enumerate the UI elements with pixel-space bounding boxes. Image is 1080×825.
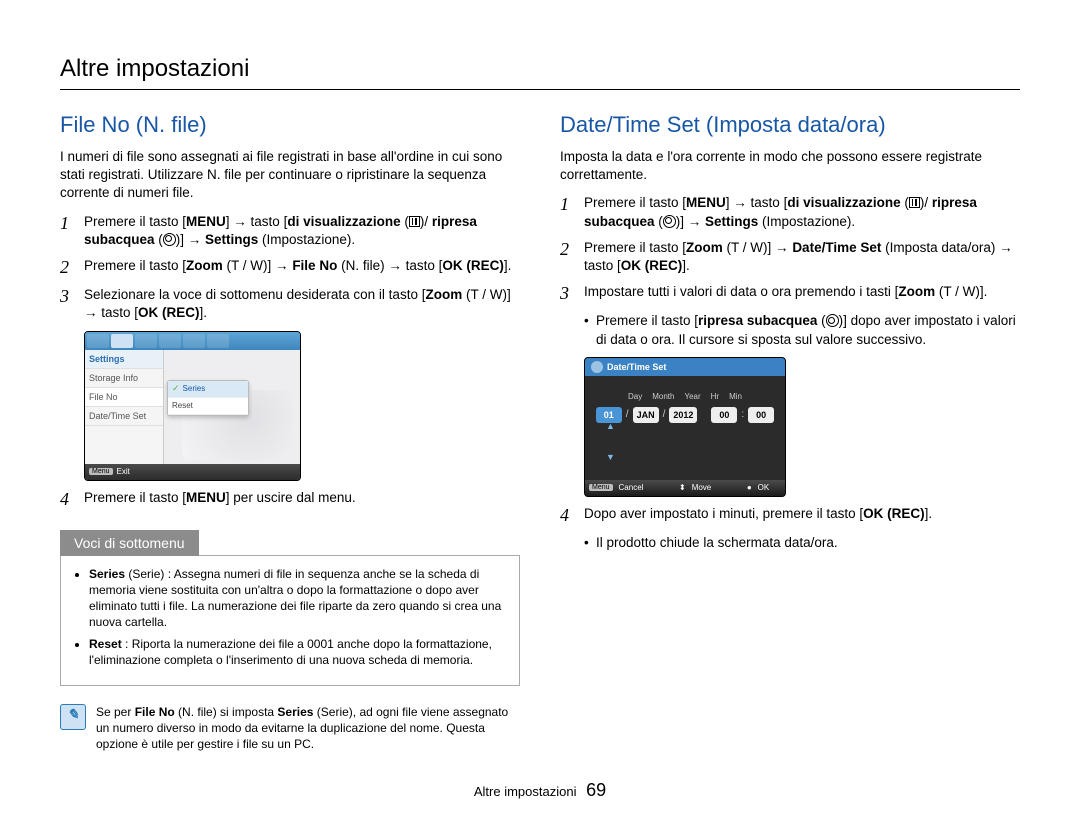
underwater-icon: [663, 215, 676, 228]
underwater-icon: [163, 233, 176, 246]
left-step-4: Premere il tasto [MENU] per uscire dal m…: [60, 489, 520, 510]
submenu-box: Series (Serie) : Assegna numeri di file …: [60, 555, 520, 686]
left-step-2: Premere il tasto [Zoom (T / W)] → File N…: [60, 257, 520, 278]
right-step-2-text: Premere il tasto [Zoom (T / W)] → Date/T…: [584, 239, 1020, 275]
display-icon: [409, 216, 420, 227]
ui-bottom-bar: Menu Exit: [85, 464, 300, 480]
ui2-val-min: 00: [748, 407, 774, 423]
ui2-menu-chip: Menu: [589, 484, 613, 491]
check-icon: ✓: [172, 383, 180, 394]
left-steps: Premere il tasto [MENU] → tasto [di visu…: [60, 213, 520, 323]
ui-tab-active: [111, 334, 133, 348]
submenu-header: Voci di sottomenu: [60, 530, 199, 556]
ui-mock-datetime: Date/Time Set Day Month Year Hr Min ▲▼ 0…: [584, 357, 786, 497]
footer: Altre impostazioni 69: [60, 780, 1020, 801]
ui-popup-series: ✓Series: [168, 381, 248, 398]
page: Altre impostazioni File No (N. file) I n…: [0, 0, 1080, 821]
right-step-3-text: Impostare tutti i valori di data o ora p…: [584, 283, 987, 301]
move-icon: ⬍: [679, 483, 686, 492]
left-step-3: Selezionare la voce di sottomenu desider…: [60, 286, 520, 322]
rule: [60, 89, 1020, 90]
ui2-lbl-year: Year: [684, 392, 700, 401]
ui2-labels: Day Month Year Hr Min: [585, 392, 785, 401]
page-title: Altre impostazioni: [60, 55, 1020, 83]
left-step-3-text: Selezionare la voce di sottomenu desider…: [84, 286, 520, 322]
right-steps-cont: Dopo aver impostato i minuti, premere il…: [560, 505, 1020, 526]
left-step-1-text: Premere il tasto [MENU] → tasto [di visu…: [84, 213, 520, 249]
ui2-arrows: ▲▼: [606, 422, 615, 462]
ui2-val-hr: 00: [711, 407, 737, 423]
right-steps: Premere il tasto [MENU] → tasto [di visu…: [560, 194, 1020, 304]
ui-side-settings: Settings: [85, 350, 163, 369]
right-step-2: Premere il tasto [Zoom (T / W)] → Date/T…: [560, 239, 1020, 275]
submenu-item-series: Series (Serie) : Assegna numeri di file …: [89, 566, 505, 631]
right-step-1: Premere il tasto [MENU] → tasto [di visu…: [560, 194, 1020, 230]
right-step-3-bullet: Premere il tasto [ripresa subacquea ()] …: [584, 312, 1020, 348]
right-intro: Imposta la data e l'ora corrente in modo…: [560, 148, 1020, 184]
submenu-item-reset: Reset : Riporta la numerazione dei file …: [89, 636, 505, 668]
left-step-2-text: Premere il tasto [Zoom (T / W)] → File N…: [84, 257, 511, 275]
arrow-up-icon: ▲: [606, 422, 615, 431]
ui-tabs: [85, 332, 300, 350]
ui-tab: [183, 334, 205, 348]
ui-tab: [159, 334, 181, 348]
right-column: Date/Time Set (Imposta data/ora) Imposta…: [560, 112, 1020, 752]
ui2-lbl-min: Min: [729, 392, 742, 401]
note-icon: ✎: [60, 704, 86, 730]
footer-text: Altre impostazioni: [474, 784, 577, 799]
left-intro: I numeri di file sono assegnati ai file …: [60, 148, 520, 203]
ui-mock-file-no: Settings Storage Info File No Date/Time …: [84, 331, 301, 481]
ui-tab: [87, 334, 109, 348]
display-icon: [909, 197, 920, 208]
ui-side-list: Settings Storage Info File No Date/Time …: [85, 350, 164, 464]
ui2-topbar: Date/Time Set: [585, 358, 785, 376]
ui-tab: [207, 334, 229, 348]
ui-popup-reset: Reset: [168, 398, 248, 415]
ui2-title: Date/Time Set: [607, 362, 666, 372]
ui2-bottom-bar: Menu Cancel ⬍ Move ● OK: [585, 480, 785, 496]
right-step-3: Impostare tutti i valori di data o ora p…: [560, 283, 1020, 304]
left-step-4-text: Premere il tasto [MENU] per uscire dal m…: [84, 489, 356, 507]
ui-tab: [135, 334, 157, 348]
ui2-lbl-month: Month: [652, 392, 674, 401]
underwater-icon: [826, 314, 839, 327]
ui2-move: Move: [692, 483, 712, 492]
left-column: File No (N. file) I numeri di file sono …: [60, 112, 520, 752]
note-text: Se per File No (N. file) si imposta Seri…: [96, 704, 520, 753]
ok-icon: ●: [747, 483, 752, 492]
ui-menu-chip: Menu: [89, 468, 113, 475]
ui-popup: ✓Series Reset: [167, 380, 249, 416]
right-step-1-text: Premere il tasto [MENU] → tasto [di visu…: [584, 194, 1020, 230]
right-step-4-bullet: Il prodotto chiude la schermata data/ora…: [584, 534, 1020, 552]
ui2-ok: OK: [758, 483, 770, 492]
left-step-1: Premere il tasto [MENU] → tasto [di visu…: [60, 213, 520, 249]
right-step-4: Dopo aver impostato i minuti, premere il…: [560, 505, 1020, 526]
left-steps-cont: Premere il tasto [MENU] per uscire dal m…: [60, 489, 520, 510]
right-step-4-text: Dopo aver impostato i minuti, premere il…: [584, 505, 932, 523]
ui2-val-year: 2012: [669, 407, 697, 423]
ui-side-datetime: Date/Time Set: [85, 407, 163, 426]
ui2-lbl-hr: Hr: [711, 392, 719, 401]
ui-side-storage: Storage Info: [85, 369, 163, 388]
ui2-lbl-day: Day: [628, 392, 642, 401]
ui2-cancel: Cancel: [619, 483, 644, 492]
right-heading: Date/Time Set (Imposta data/ora): [560, 112, 1020, 138]
ui-exit-label: Exit: [117, 467, 130, 476]
columns: File No (N. file) I numeri di file sono …: [60, 112, 1020, 752]
arrow-down-icon: ▼: [606, 453, 615, 462]
left-heading: File No (N. file): [60, 112, 520, 138]
page-number: 69: [586, 780, 606, 800]
clock-icon: [591, 361, 603, 373]
note: ✎ Se per File No (N. file) si imposta Se…: [60, 704, 520, 753]
ui2-val-month: JAN: [633, 407, 659, 423]
ui2-values: 01 / JAN / 2012 00 : 00: [585, 407, 785, 423]
ui-side-fileno: File No: [85, 388, 163, 407]
